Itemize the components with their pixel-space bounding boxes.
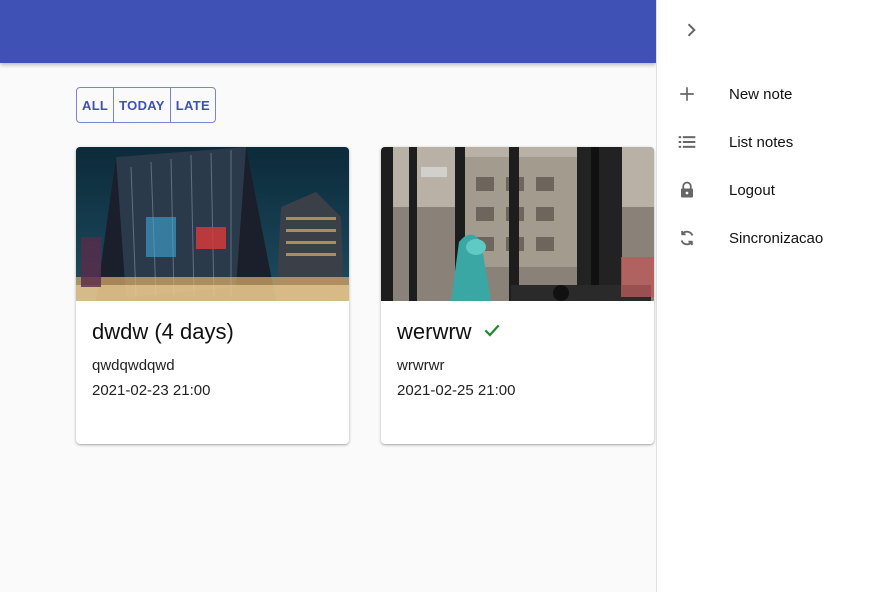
menu-item-logout[interactable]: Logout: [657, 166, 874, 214]
chevron-right-icon[interactable]: [681, 20, 701, 40]
note-description: wrwrwr: [397, 357, 445, 374]
navigation-drawer: New note List notes Logout Sincronizacao: [656, 0, 874, 592]
app-bar: [0, 0, 656, 63]
note-date: 2021-02-25 21:00: [397, 382, 516, 399]
menu-item-sync[interactable]: Sincronizacao: [657, 214, 874, 262]
filter-today-button[interactable]: TODAY: [114, 88, 171, 122]
menu-item-label: New note: [729, 85, 793, 103]
note-title: dwdw (4 days): [92, 319, 234, 344]
plus-icon: [675, 82, 699, 106]
filter-button-group: ALL TODAY LATE: [76, 87, 216, 123]
menu-item-list-notes[interactable]: List notes: [657, 118, 874, 166]
check-icon: [482, 320, 502, 344]
note-card[interactable]: dwdw (4 days) qwdqwdqwd 2021-02-23 21:00: [76, 147, 349, 444]
note-description: qwdqwdqwd: [92, 357, 175, 374]
note-image: [76, 147, 349, 301]
menu-item-label: Sincronizacao: [729, 229, 824, 247]
filter-all-button[interactable]: ALL: [77, 88, 115, 122]
sync-icon: [675, 226, 699, 250]
note-card[interactable]: werwrw wrwrwr 2021-02-25 21:00: [381, 147, 654, 444]
filter-late-button[interactable]: LATE: [171, 88, 215, 122]
menu-item-label: Logout: [729, 181, 775, 199]
list-icon: [675, 130, 699, 154]
note-date: 2021-02-23 21:00: [92, 382, 211, 399]
menu-item-new-note[interactable]: New note: [657, 70, 874, 118]
lock-icon: [675, 178, 699, 202]
menu-item-label: List notes: [729, 133, 794, 151]
note-image: [381, 147, 654, 301]
note-title: werwrw: [397, 319, 472, 344]
